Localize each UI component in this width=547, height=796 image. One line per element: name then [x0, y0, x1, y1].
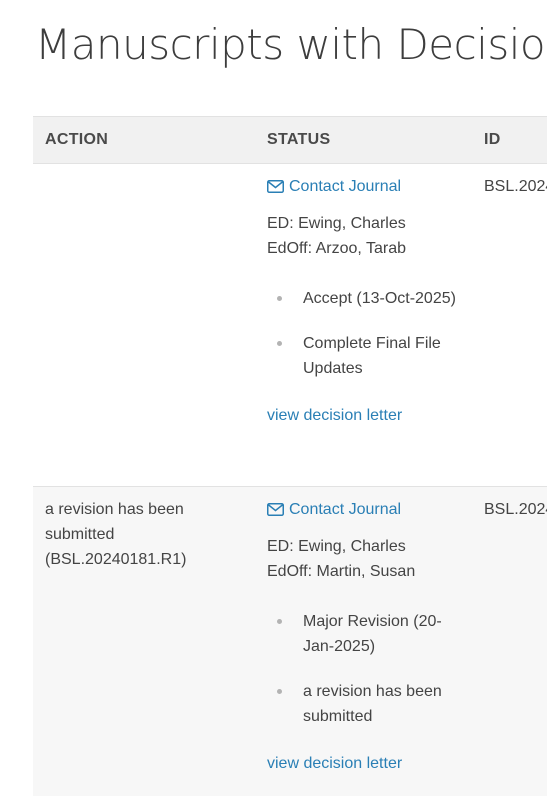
decision-list: Accept (13-Oct-2025) Complete Final File…: [267, 286, 467, 381]
table-row: Contact Journal ED: Ewing, Charles EdOff…: [33, 164, 547, 487]
status-cell: Contact Journal ED: Ewing, Charles EdOff…: [267, 497, 467, 776]
action-cell[interactable]: a revision has been submitted (BSL.20240…: [45, 497, 245, 572]
decision-item: Complete Final File Updates: [267, 331, 467, 381]
contact-journal-link[interactable]: Contact Journal: [267, 174, 467, 199]
editorial-office: EdOff: Arzoo, Tarab: [267, 240, 407, 257]
decision-text: Accept (13-Oct-2025): [303, 290, 456, 307]
contact-journal-label: Contact Journal: [289, 178, 402, 195]
header-status[interactable]: STATUS: [267, 131, 330, 149]
bullet-icon: [277, 341, 282, 346]
editor: ED: Ewing, Charles: [267, 215, 406, 232]
people-block: ED: Ewing, Charles EdOff: Arzoo, Tarab: [267, 211, 467, 261]
table-header: ACTION STATUS ID: [33, 116, 547, 164]
bullet-icon: [277, 296, 282, 301]
envelope-icon: [267, 180, 284, 193]
envelope-icon: [267, 503, 284, 516]
decision-text: Complete Final File Updates: [303, 335, 441, 377]
contact-journal-label: Contact Journal: [289, 501, 402, 518]
status-cell: Contact Journal ED: Ewing, Charles EdOff…: [267, 174, 467, 428]
header-action[interactable]: ACTION: [45, 131, 108, 149]
header-id[interactable]: ID: [484, 131, 501, 149]
decision-item: a revision has been submitted: [267, 679, 467, 729]
manuscripts-table: ACTION STATUS ID Contact Journal ED: Ewi…: [33, 116, 547, 796]
manuscript-id: BSL.2024: [484, 178, 547, 195]
decision-item: Accept (13-Oct-2025): [267, 286, 467, 311]
bullet-icon: [277, 619, 282, 624]
editor: ED: Ewing, Charles: [267, 538, 406, 555]
editorial-office: EdOff: Martin, Susan: [267, 563, 416, 580]
view-decision-letter-link[interactable]: view decision letter: [267, 403, 467, 428]
view-decision-letter-link[interactable]: view decision letter: [267, 751, 467, 776]
table-row: a revision has been submitted (BSL.20240…: [33, 487, 547, 796]
page-title: Manuscripts with Decisions: [35, 20, 547, 69]
manuscript-id: BSL.2024: [484, 501, 547, 518]
page: Manuscripts with Decisions ACTION STATUS…: [0, 0, 547, 796]
people-block: ED: Ewing, Charles EdOff: Martin, Susan: [267, 534, 467, 584]
bullet-icon: [277, 689, 282, 694]
decision-text: Major Revision (20-Jan-2025): [303, 613, 442, 655]
decision-list: Major Revision (20-Jan-2025) a revision …: [267, 609, 467, 729]
decision-item: Major Revision (20-Jan-2025): [267, 609, 467, 659]
decision-text: a revision has been submitted: [303, 683, 442, 725]
contact-journal-link[interactable]: Contact Journal: [267, 497, 467, 522]
